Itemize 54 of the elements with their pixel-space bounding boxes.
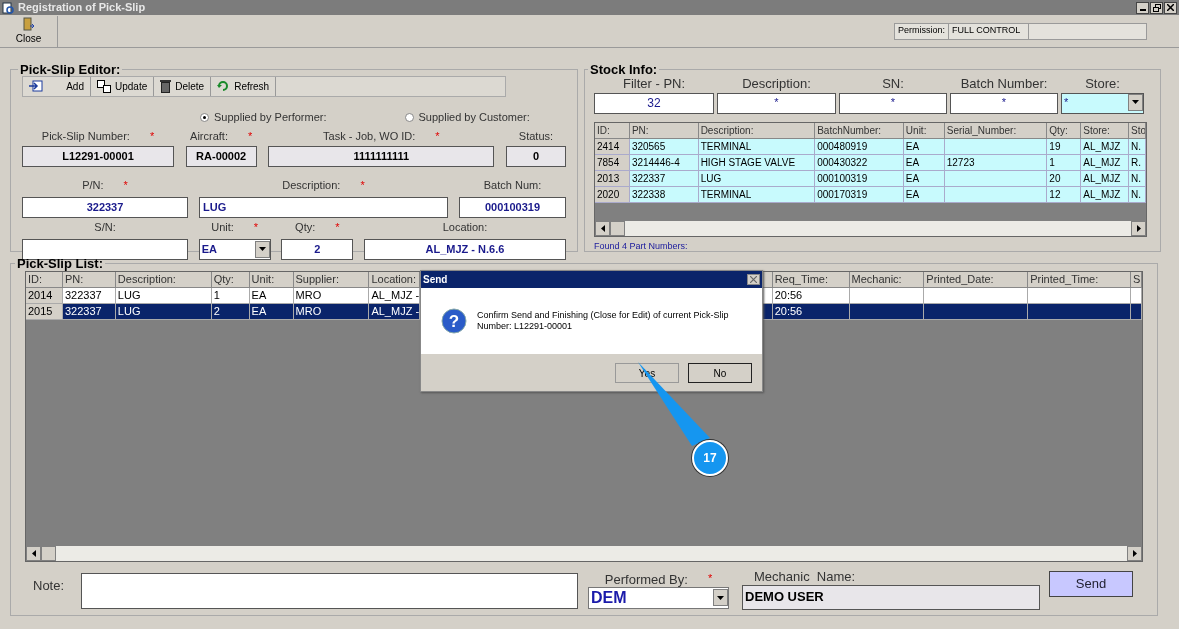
panel-title: Pick-Slip List: — [16, 255, 104, 273]
radio-label: Supplied by Customer: — [418, 110, 530, 126]
required-mark: * — [335, 220, 340, 234]
table-cell: EA — [249, 303, 294, 320]
table-cell: MRO — [293, 287, 370, 304]
filter-label: Batch Number: — [960, 75, 1048, 91]
filter-label: SN: — [882, 75, 904, 91]
read-only-field: 1111111111 — [268, 145, 495, 167]
table-cell: 2 — [211, 303, 250, 320]
mechanic-name-field: DEMO USER — [742, 584, 1040, 610]
required-mark: * — [253, 220, 259, 234]
dialog-message: Confirm Send and Finishing (Close for Edit) of current Pick-Slip Number: L12291-00001 — [477, 310, 730, 332]
field-label: S/N: — [94, 220, 116, 234]
required-mark: * — [247, 129, 253, 143]
table-cell: 322337 — [62, 303, 116, 320]
filter-label: Store: — [1085, 75, 1120, 91]
field-label: Description: — [282, 178, 341, 192]
table-cell: LUG — [115, 287, 212, 304]
table-cell: EA — [249, 287, 294, 304]
field-label: Batch Num: — [483, 178, 542, 192]
filter-label: Description: — [742, 75, 811, 91]
mechanic-name-label: Mechanic Name: — [753, 569, 857, 584]
radio-label: Supplied by Performer: — [214, 110, 327, 126]
permission-label: Permission: — [897, 24, 946, 38]
panel-title: Pick-Slip Editor: — [19, 61, 122, 79]
note-label: Note: — [32, 576, 66, 595]
required-mark: * — [360, 178, 365, 192]
required-mark: * — [435, 129, 440, 143]
field-label: Location: — [442, 220, 488, 234]
performed-by-label: Performed By: — [604, 570, 688, 589]
table-cell: LUG — [115, 303, 212, 320]
read-only-field: RA-00002 — [185, 145, 257, 167]
read-only-field: 0 — [505, 145, 566, 167]
window-title: Registration of Pick-Slip — [18, 0, 146, 16]
found-count: Found 4 Part Numbers: — [594, 239, 689, 253]
table-cell: 1 — [211, 287, 250, 304]
table-cell: 20:56 — [772, 303, 850, 320]
table-cell: 322337 — [62, 287, 116, 304]
question-icon: ? — [441, 308, 467, 334]
table-cell: 20:56 — [772, 287, 850, 304]
permission-value: FULL CONTROL — [948, 23, 1028, 39]
read-only-field: L12291-00001 — [22, 145, 174, 167]
field-label: Unit: — [211, 220, 234, 234]
field-label: Aircraft: — [190, 129, 228, 143]
field-label: Qty: — [295, 220, 316, 234]
field-label: Pick-Slip Number: — [41, 129, 130, 143]
required-mark: * — [149, 129, 155, 143]
dialog-title: Send — [423, 273, 448, 287]
field-label: P/N: — [82, 178, 104, 192]
field-label: Status: — [518, 129, 554, 143]
field-label: Task - Job, WO ID: — [323, 129, 416, 143]
table-cell: MRO — [293, 303, 370, 320]
required-mark: * — [123, 178, 128, 192]
required-mark: * — [707, 570, 713, 586]
